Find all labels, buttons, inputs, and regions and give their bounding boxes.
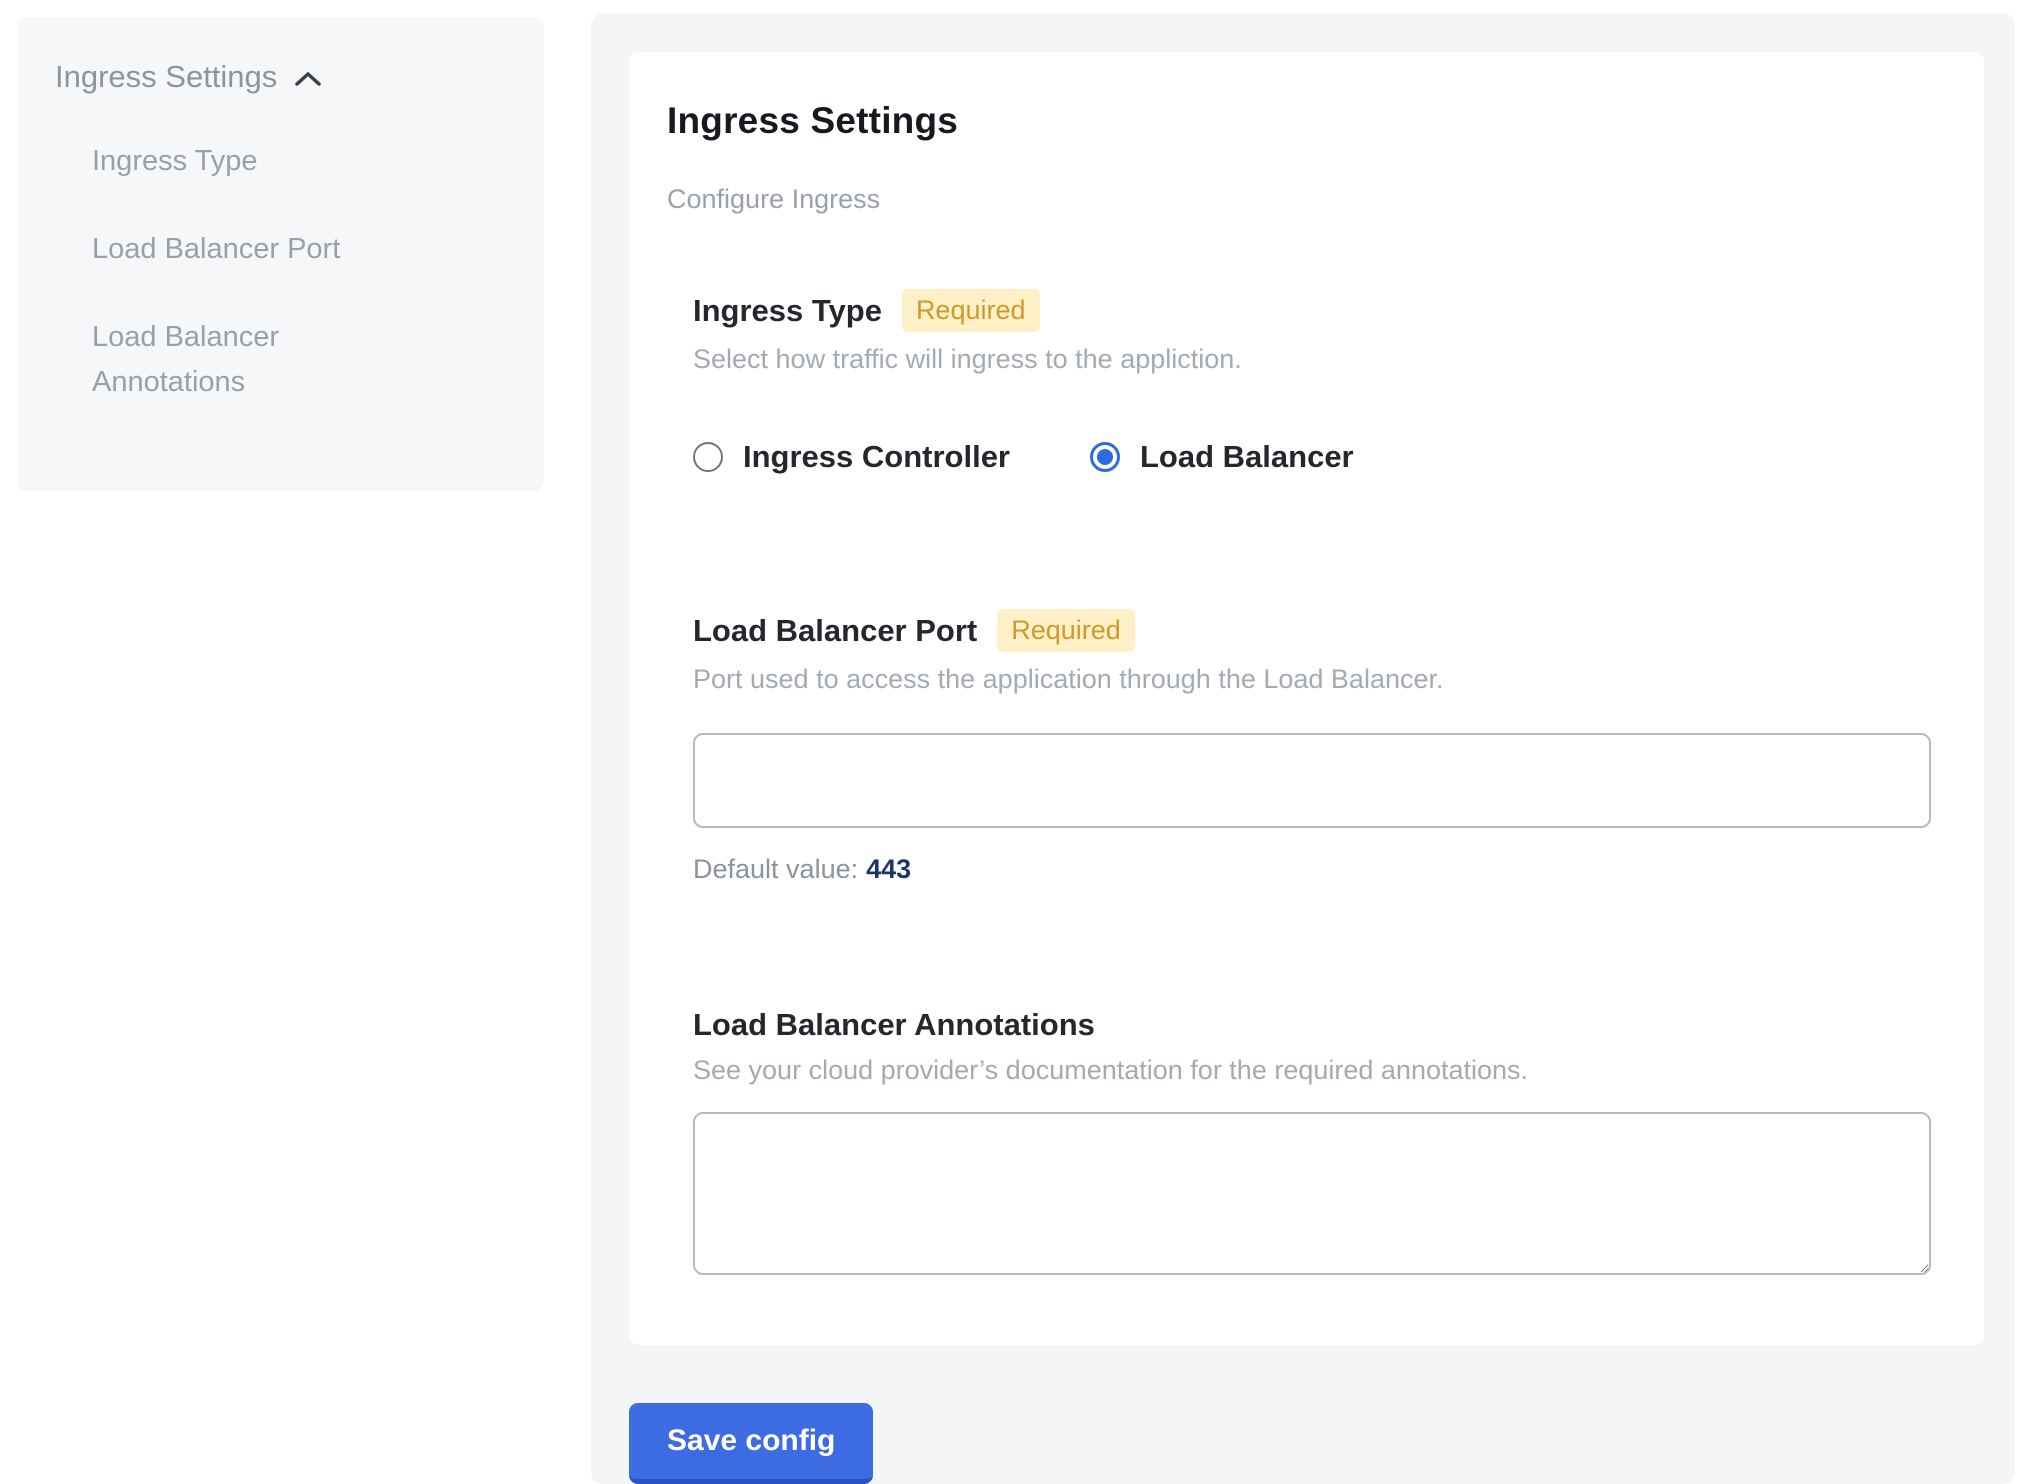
- radio-label-ingress-controller: Ingress Controller: [743, 439, 1010, 475]
- section-load-balancer-annotations: Load Balancer Annotations See your cloud…: [693, 1007, 1934, 1275]
- section-heading-ingress-type: Ingress Type: [693, 293, 882, 329]
- required-badge: Required: [997, 609, 1135, 652]
- section-load-balancer-port: Load Balancer Port Required Port used to…: [693, 609, 1934, 885]
- radio-button-load-balancer[interactable]: [1090, 442, 1120, 472]
- section-heading-row: Ingress Type Required: [693, 289, 1934, 332]
- sidebar-item-ingress-type[interactable]: Ingress Type: [92, 139, 422, 185]
- section-heading-load-balancer-annotations: Load Balancer Annotations: [693, 1007, 1095, 1043]
- radio-label-load-balancer: Load Balancer: [1140, 439, 1354, 475]
- default-value-line: Default value: 443: [693, 854, 1934, 885]
- radio-option-load-balancer[interactable]: Load Balancer: [1090, 439, 1354, 475]
- sidebar-section-ingress-settings[interactable]: Ingress Settings: [55, 59, 506, 95]
- load-balancer-port-input[interactable]: [693, 733, 1931, 828]
- settings-nav-panel: Ingress Settings Ingress Type Load Balan…: [17, 17, 544, 491]
- sidebar-section-label: Ingress Settings: [55, 59, 277, 95]
- sidebar-item-list: Ingress Type Load Balancer Port Load Bal…: [55, 139, 506, 406]
- main-panel: Ingress Settings Configure Ingress Ingre…: [591, 13, 2015, 1484]
- section-heading-row: Load Balancer Annotations: [693, 1007, 1934, 1043]
- main-column: Ingress Settings Configure Ingress Ingre…: [578, 0, 2036, 1452]
- default-value: 443: [866, 854, 911, 884]
- radio-button-ingress-controller[interactable]: [693, 442, 723, 472]
- section-heading-load-balancer-port: Load Balancer Port: [693, 613, 977, 649]
- radio-option-ingress-controller[interactable]: Ingress Controller: [693, 439, 1010, 475]
- required-badge: Required: [902, 289, 1040, 332]
- section-description-ingress-type: Select how traffic will ingress to the a…: [693, 344, 1934, 375]
- save-config-button[interactable]: Save config: [629, 1403, 873, 1484]
- page-title: Ingress Settings: [667, 100, 1934, 142]
- default-value-label: Default value:: [693, 854, 858, 884]
- page-subtitle: Configure Ingress: [667, 184, 1934, 215]
- chevron-up-icon: [293, 69, 323, 89]
- ingress-settings-card: Ingress Settings Configure Ingress Ingre…: [629, 52, 1984, 1345]
- sidebar-item-load-balancer-port[interactable]: Load Balancer Port: [92, 227, 422, 273]
- section-description-load-balancer-port: Port used to access the application thro…: [693, 664, 1934, 695]
- ingress-type-radio-group: Ingress Controller Load Balancer: [693, 439, 1934, 475]
- section-description-load-balancer-annotations: See your cloud provider’s documentation …: [693, 1055, 1934, 1086]
- left-column: Ingress Settings Ingress Type Load Balan…: [0, 0, 578, 1452]
- load-balancer-annotations-textarea[interactable]: [693, 1112, 1931, 1275]
- sidebar-item-load-balancer-annotations[interactable]: Load Balancer Annotations: [92, 315, 422, 407]
- section-heading-row: Load Balancer Port Required: [693, 609, 1934, 652]
- card-body: Ingress Type Required Select how traffic…: [693, 289, 1934, 1275]
- section-ingress-type: Ingress Type Required Select how traffic…: [693, 289, 1934, 475]
